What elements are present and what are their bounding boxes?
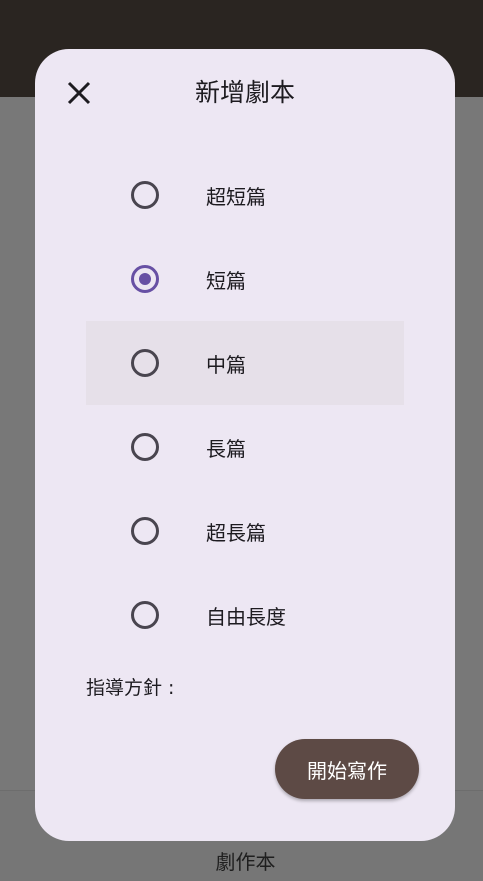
option-label: 自由長度 [206, 604, 286, 629]
length-option-long[interactable]: 長篇 [86, 405, 404, 489]
radio-button[interactable] [131, 181, 159, 209]
option-label: 短篇 [206, 268, 246, 293]
dialog-title: 新增劇本 [194, 78, 295, 107]
radio-button-selected[interactable] [131, 265, 159, 293]
radio-button[interactable] [131, 601, 159, 629]
start-writing-button[interactable]: 開始寫作 [275, 739, 419, 799]
radio-button[interactable] [131, 433, 159, 461]
new-script-dialog: 新增劇本 超短篇 短篇 中篇 長篇 超長篇 自由長度 指導方針 : 開始寫作 [35, 49, 455, 841]
length-options: 超短篇 短篇 中篇 長篇 超長篇 自由長度 [86, 153, 404, 657]
length-option-medium[interactable]: 中篇 [86, 321, 404, 405]
length-option-extra-short[interactable]: 超短篇 [86, 153, 404, 237]
radio-button[interactable] [131, 349, 159, 377]
length-option-free[interactable]: 自由長度 [86, 573, 404, 657]
option-label: 超長篇 [206, 520, 266, 545]
length-option-short[interactable]: 短篇 [86, 237, 404, 321]
option-label: 長篇 [206, 436, 246, 461]
bottom-nav-label[interactable]: 劇作本 [4, 852, 483, 872]
length-option-extra-long[interactable]: 超長篇 [86, 489, 404, 573]
guideline-label: 指導方針 : [86, 677, 175, 699]
option-label: 中篇 [206, 352, 246, 377]
radio-button[interactable] [131, 517, 159, 545]
option-label: 超短篇 [206, 184, 266, 209]
